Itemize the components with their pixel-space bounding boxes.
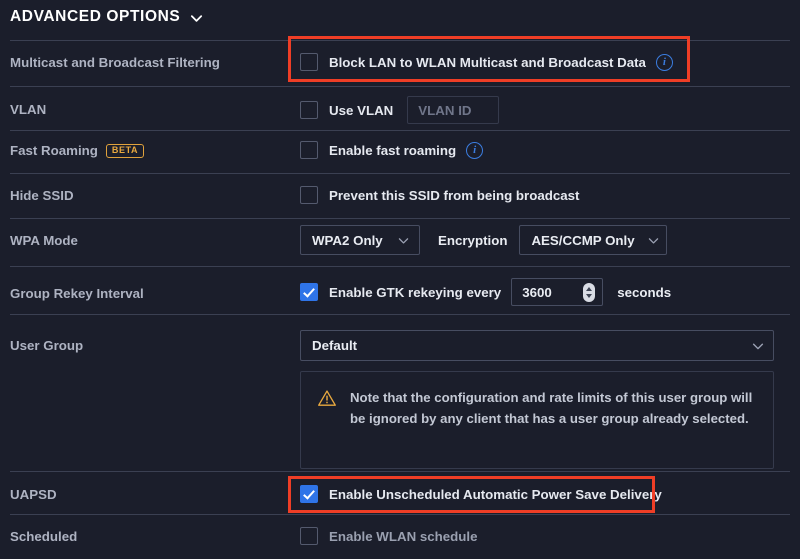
checkbox-label: Prevent this SSID from being broadcast <box>329 188 579 203</box>
select-value: AES/CCMP Only <box>531 233 634 248</box>
divider <box>10 471 790 472</box>
row-label-user-group: User Group <box>10 338 83 353</box>
checkbox-label: Enable WLAN schedule <box>329 529 478 544</box>
row-label-fast-roaming: Fast Roaming BETA <box>10 143 144 158</box>
rekey-interval-stepper[interactable]: 3600 <box>511 278 603 306</box>
checkbox-box[interactable] <box>300 527 318 545</box>
checkbox-box[interactable] <box>300 141 318 159</box>
row-label-multicast: Multicast and Broadcast Filtering <box>10 55 220 70</box>
enable-fast-roaming-checkbox[interactable]: Enable fast roaming <box>300 141 456 159</box>
chevron-down-icon[interactable] <box>647 234 660 247</box>
rekey-interval-value: 3600 <box>512 285 552 300</box>
wpa-mode-select[interactable]: WPA2 Only <box>300 225 420 255</box>
row-label-uapsd: UAPSD <box>10 487 57 502</box>
row-label-group-rekey: Group Rekey Interval <box>10 286 144 301</box>
beta-badge: BETA <box>106 144 144 158</box>
row-label-vlan: VLAN <box>10 102 46 117</box>
hide-ssid-control: Prevent this SSID from being broadcast <box>300 186 579 204</box>
checkbox-label: Use VLAN <box>329 103 393 118</box>
checkbox-box[interactable] <box>300 485 318 503</box>
divider <box>10 314 790 315</box>
checkbox-box[interactable] <box>300 101 318 119</box>
info-icon[interactable]: i <box>656 54 673 71</box>
divider <box>10 218 790 219</box>
page-title: ADVANCED OPTIONS <box>10 8 180 26</box>
divider <box>10 40 790 41</box>
encryption-label: Encryption <box>438 233 507 248</box>
enable-uapsd-checkbox[interactable]: Enable Unscheduled Automatic Power Save … <box>300 485 662 503</box>
advanced-options-header[interactable]: ADVANCED OPTIONS <box>10 8 204 26</box>
row-label-wpa-mode: WPA Mode <box>10 233 78 248</box>
group-rekey-control: Enable GTK rekeying every 3600 seconds <box>300 278 671 306</box>
divider <box>10 173 790 174</box>
checkbox-box[interactable] <box>300 283 318 301</box>
uapsd-control: Enable Unscheduled Automatic Power Save … <box>300 485 662 503</box>
stepper-down-arrow[interactable] <box>586 294 592 298</box>
wpa-mode-control: WPA2 Only Encryption AES/CCMP Only <box>300 225 667 255</box>
stepper-arrows-icon[interactable] <box>583 283 595 302</box>
checkbox-label: Block LAN to WLAN Multicast and Broadcas… <box>329 55 646 70</box>
chevron-down-icon[interactable] <box>751 339 764 352</box>
multicast-control: Block LAN to WLAN Multicast and Broadcas… <box>300 53 673 71</box>
chevron-down-icon[interactable] <box>189 11 204 26</box>
use-vlan-checkbox[interactable]: Use VLAN <box>300 101 393 119</box>
checkbox-box[interactable] <box>300 186 318 204</box>
divider <box>10 86 790 87</box>
divider <box>10 266 790 267</box>
info-icon[interactable]: i <box>466 142 483 159</box>
encryption-select[interactable]: AES/CCMP Only <box>519 225 667 255</box>
vlan-id-input[interactable] <box>407 96 499 124</box>
user-group-note: Note that the configuration and rate lim… <box>300 371 774 469</box>
divider <box>10 514 790 515</box>
select-value: Default <box>312 338 357 353</box>
user-group-control: Default <box>300 330 774 361</box>
advanced-options-panel: ADVANCED OPTIONS Multicast and Broadcast… <box>0 0 800 559</box>
user-group-select[interactable]: Default <box>300 330 774 361</box>
scheduled-control: Enable WLAN schedule <box>300 527 478 545</box>
stepper-up-arrow[interactable] <box>586 287 592 291</box>
checkbox-label: Enable Unscheduled Automatic Power Save … <box>329 487 662 502</box>
checkbox-label: Enable GTK rekeying every <box>329 285 501 300</box>
fast-roaming-control: Enable fast roaming i <box>300 141 483 159</box>
vlan-control: Use VLAN <box>300 96 499 124</box>
select-value: WPA2 Only <box>312 233 383 248</box>
prevent-ssid-broadcast-checkbox[interactable]: Prevent this SSID from being broadcast <box>300 186 579 204</box>
row-label-scheduled: Scheduled <box>10 529 77 544</box>
checkbox-label: Enable fast roaming <box>329 143 456 158</box>
note-text: Note that the configuration and rate lim… <box>350 387 757 468</box>
enable-wlan-schedule-checkbox[interactable]: Enable WLAN schedule <box>300 527 478 545</box>
enable-gtk-rekeying-checkbox[interactable]: Enable GTK rekeying every <box>300 283 501 301</box>
warning-triangle-icon <box>317 389 337 407</box>
block-lan-wlan-checkbox[interactable]: Block LAN to WLAN Multicast and Broadcas… <box>300 53 646 71</box>
row-label-hide-ssid: Hide SSID <box>10 188 74 203</box>
checkbox-box[interactable] <box>300 53 318 71</box>
divider <box>10 130 790 131</box>
row-label-text: Fast Roaming <box>10 143 98 158</box>
chevron-down-icon[interactable] <box>397 234 410 247</box>
seconds-unit-label: seconds <box>617 285 671 300</box>
